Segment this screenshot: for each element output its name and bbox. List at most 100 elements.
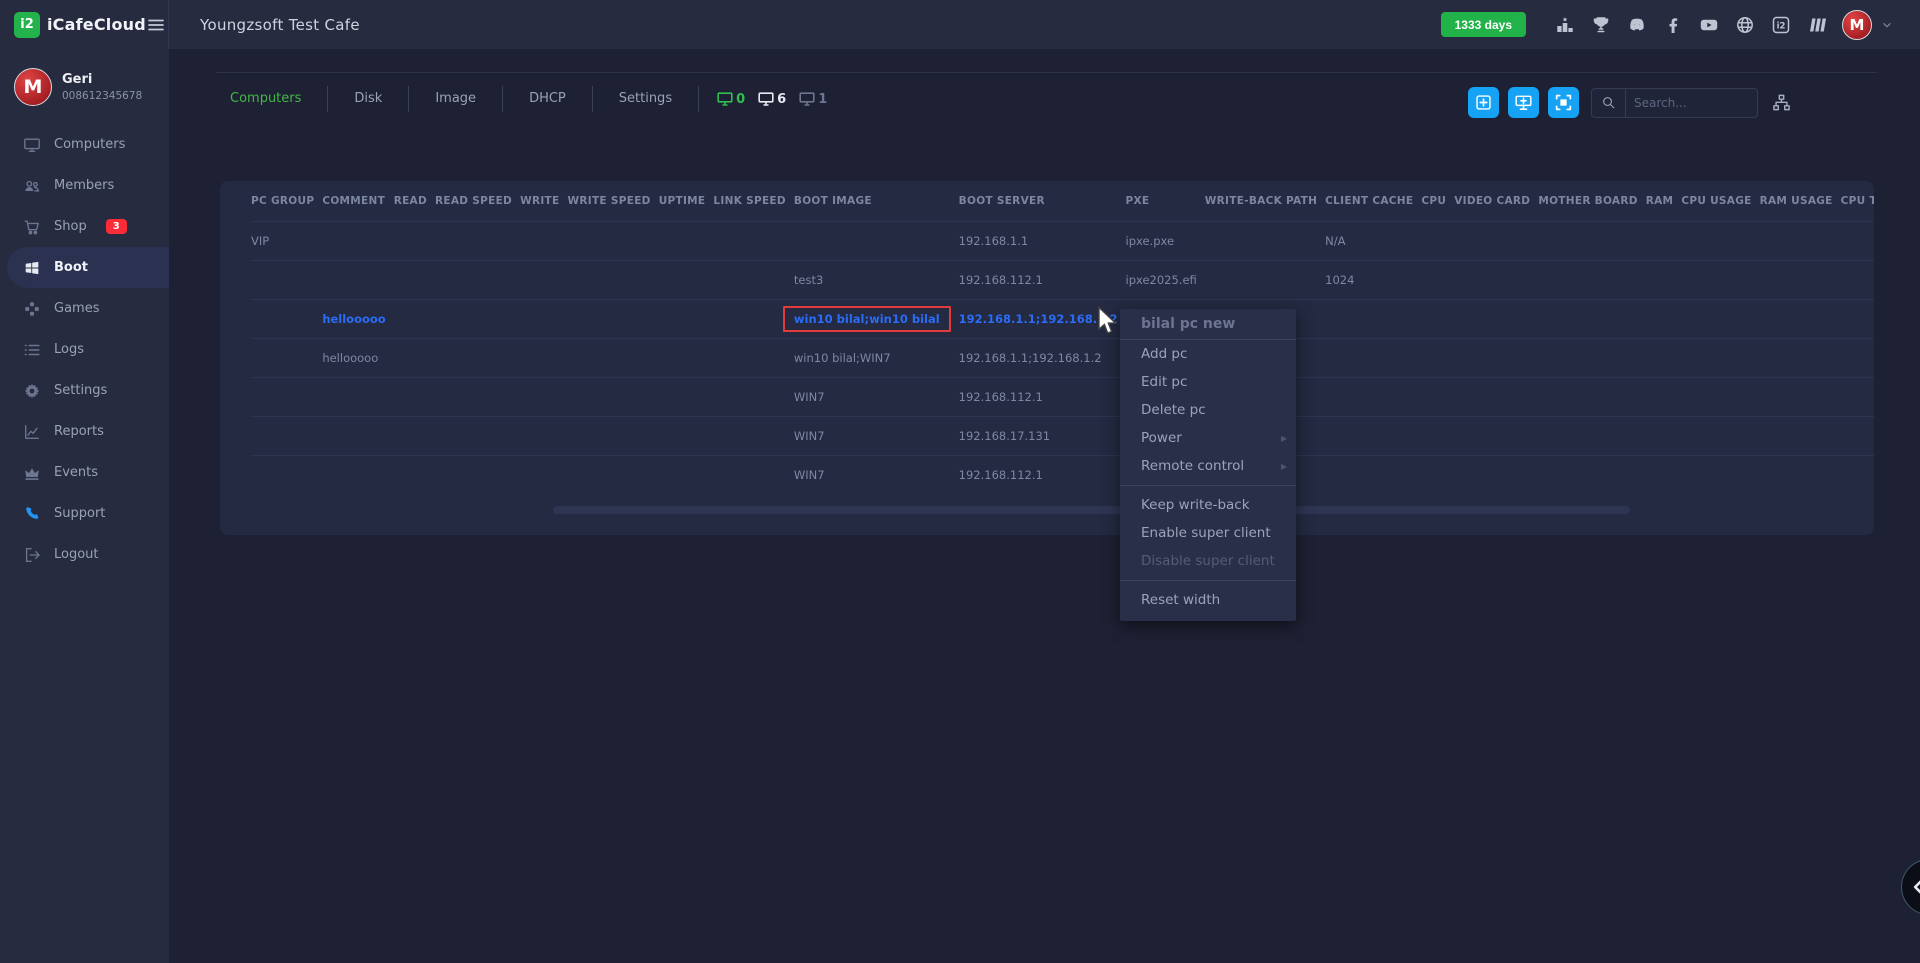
column-header-read_speed[interactable]: READ SPEED <box>435 181 520 221</box>
table-row[interactable]: hellooooowin10 bilal;win10 bilal192.168.… <box>251 299 1874 338</box>
cell-write <box>520 455 567 494</box>
cell-uptime <box>659 338 714 377</box>
cell-ram <box>1646 221 1682 260</box>
table-row[interactable]: WIN7192.168.112.1gpxex.pxe <box>251 377 1874 416</box>
tab-image[interactable]: Image <box>409 86 503 112</box>
chevron-left-icon <box>1908 875 1920 899</box>
cell-ram <box>1646 455 1682 494</box>
column-header-link_speed[interactable]: LINK SPEED <box>713 181 794 221</box>
table-row[interactable]: test3192.168.112.1ipxe2025.efi1024 <box>251 260 1874 299</box>
column-header-client_cache[interactable]: CLIENT CACHE <box>1325 181 1421 221</box>
menu-item-edit-pc[interactable]: Edit pc <box>1120 368 1296 396</box>
sidebar-item-members[interactable]: Members <box>7 165 169 206</box>
tab-disk[interactable]: Disk <box>328 86 409 112</box>
cell-ram <box>1646 416 1682 455</box>
sidebar-item-events[interactable]: Events <box>7 452 169 493</box>
sidebar-item-games[interactable]: Games <box>7 288 169 329</box>
sidebar-item-reports[interactable]: Reports <box>7 411 169 452</box>
cell-write <box>520 338 567 377</box>
pc-counter-0[interactable]: 0 <box>717 92 745 107</box>
table-row[interactable]: WIN7192.168.112.1ipxex.pxe <box>251 455 1874 494</box>
column-header-cpu_temperature[interactable]: CPU TEMPERATURE <box>1841 181 1874 221</box>
column-header-boot_server[interactable]: BOOT SERVER <box>959 181 1126 221</box>
add-square-button[interactable] <box>1468 87 1499 118</box>
column-header-ram[interactable]: RAM <box>1646 181 1682 221</box>
app-logo[interactable]: i2 iCafeCloud <box>14 12 146 38</box>
cell-client_cache: 1024 <box>1325 260 1421 299</box>
user-profile[interactable]: M Geri 008612345678 <box>0 49 169 116</box>
cell-comment: hellooooo <box>322 338 393 377</box>
column-header-uptime[interactable]: UPTIME <box>659 181 714 221</box>
cell-cpu_temperature <box>1841 377 1874 416</box>
trophy-icon[interactable] <box>1590 14 1612 36</box>
menu-item-power[interactable]: Power▸ <box>1120 424 1296 452</box>
globe-icon[interactable] <box>1734 14 1756 36</box>
add-pc-button[interactable] <box>1508 87 1539 118</box>
gear-icon <box>23 382 41 400</box>
column-header-ram_usage[interactable]: RAM USAGE <box>1760 181 1841 221</box>
horizontal-scrollbar[interactable] <box>553 506 1630 514</box>
cell-cpu <box>1421 455 1454 494</box>
sidebar-item-logs[interactable]: Logs <box>7 329 169 370</box>
discord-icon[interactable] <box>1626 14 1648 36</box>
menu-item-enable-super-client[interactable]: Enable super client <box>1120 519 1296 547</box>
chevron-down-icon[interactable] <box>1880 18 1894 32</box>
sidebar-item-computers[interactable]: Computers <box>7 124 169 165</box>
youtube-icon[interactable] <box>1698 14 1720 36</box>
sidebar-item-boot[interactable]: Boot <box>7 247 169 288</box>
sidebar-item-support[interactable]: Support <box>7 493 169 534</box>
menu-item-add-pc[interactable]: Add pc <box>1120 340 1296 368</box>
ranking-icon[interactable] <box>1554 14 1576 36</box>
column-header-comment[interactable]: COMMENT <box>322 181 393 221</box>
sitemap-icon[interactable] <box>1772 93 1791 112</box>
table-row[interactable]: WIN7192.168.17.131ipxe.pxe <box>251 416 1874 455</box>
icafe-icon[interactable]: i2 <box>1770 14 1792 36</box>
hamburger-menu-icon[interactable] <box>146 15 166 35</box>
license-days-badge[interactable]: 1333 days <box>1441 12 1526 37</box>
column-header-read[interactable]: READ <box>394 181 435 221</box>
column-header-write[interactable]: WRITE <box>520 181 567 221</box>
menu-item-remote-control[interactable]: Remote control▸ <box>1120 452 1296 480</box>
cell-write_speed <box>568 299 659 338</box>
cell-cpu <box>1421 299 1454 338</box>
cell-boot_server: 192.168.1.1;192.168.1.2 <box>959 299 1126 338</box>
tab-settings[interactable]: Settings <box>593 86 699 112</box>
sidebar-item-label: Reports <box>54 424 104 439</box>
column-header-write_back_path[interactable]: WRITE-BACK PATH <box>1205 181 1325 221</box>
cell-cpu_temperature <box>1841 221 1874 260</box>
menu-item-delete-pc[interactable]: Delete pc <box>1120 396 1296 424</box>
column-header-mother_board[interactable]: MOTHER BOARD <box>1538 181 1645 221</box>
column-header-pc_group[interactable]: PC GROUP <box>251 181 322 221</box>
tab-dhcp[interactable]: DHCP <box>503 86 593 112</box>
cell-boot_image: WIN7 <box>794 377 959 416</box>
sidebar-item-logout[interactable]: Logout <box>7 534 169 575</box>
layers-icon[interactable] <box>1806 14 1828 36</box>
menu-divider <box>1120 485 1296 486</box>
monitor-icon <box>799 92 815 106</box>
column-header-video_card[interactable]: VIDEO CARD <box>1454 181 1538 221</box>
facebook-icon[interactable] <box>1662 14 1684 36</box>
column-header-write_speed[interactable]: WRITE SPEED <box>568 181 659 221</box>
tab-computers[interactable]: Computers <box>216 86 328 112</box>
column-header-cpu_usage[interactable]: CPU USAGE <box>1681 181 1759 221</box>
pc-counter-2[interactable]: 1 <box>799 92 827 107</box>
column-header-boot_image[interactable]: BOOT IMAGE <box>794 181 959 221</box>
avatar[interactable]: M <box>1842 10 1872 40</box>
cell-write_speed <box>568 260 659 299</box>
cell-pc_group <box>251 338 322 377</box>
cell-cpu <box>1421 377 1454 416</box>
pc-counter-1[interactable]: 6 <box>758 92 786 107</box>
search-input[interactable] <box>1626 96 1757 110</box>
table-row[interactable]: VIP192.168.1.1ipxe.pxeN/A <box>251 221 1874 260</box>
column-header-pxe[interactable]: PXE <box>1126 181 1205 221</box>
column-header-cpu[interactable]: CPU <box>1421 181 1454 221</box>
sidebar-item-settings[interactable]: Settings <box>7 370 169 411</box>
cell-read_speed <box>435 299 520 338</box>
scan-button[interactable] <box>1548 87 1579 118</box>
cell-comment <box>322 260 393 299</box>
menu-item-keep-write-back[interactable]: Keep write-back <box>1120 491 1296 519</box>
context-menu-title: bilal pc new <box>1120 309 1296 340</box>
menu-item-reset-width[interactable]: Reset width <box>1120 586 1296 614</box>
sidebar-item-shop[interactable]: Shop 3 <box>7 206 169 247</box>
table-row[interactable]: hellooooowin10 bilal;WIN7192.168.1.1;192… <box>251 338 1874 377</box>
